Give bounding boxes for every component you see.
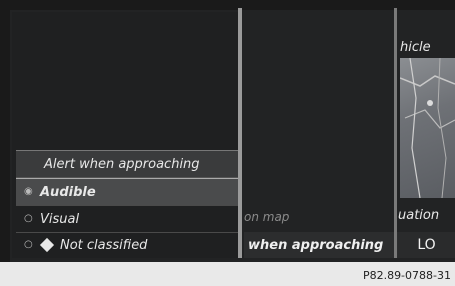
vehicle-label: hicle [400,40,431,55]
menu-item-label: Not classified [60,237,148,253]
diamond-icon [39,237,55,253]
column-divider-right [394,8,397,258]
radio-selected-icon: ◉ [24,186,33,197]
alert-when-approaching-header: Alert when approaching [16,150,238,178]
on-map-label: on map [244,210,290,224]
map-view [399,57,455,199]
lo-indicator: LO [398,232,455,258]
menu-item-label: Visual [40,211,80,227]
situation-label: uation [398,208,440,223]
column-divider-left [238,8,242,258]
radio-unselected-icon: ○ [24,239,33,250]
image-caption: P82.89-0788-31 [362,269,451,282]
menu-item-label: Audible [40,184,96,200]
menu-header-label: Alert when approaching [44,156,200,172]
menu-item-not-classified[interactable]: ○ Not classified [16,232,238,258]
display-screen: hicle uation LO on map when approaching … [0,0,455,262]
menu-item-visual[interactable]: ○ Visual [16,206,238,232]
menu-item-audible[interactable]: ◉ Audible [16,178,238,206]
map-roads-icon [399,57,455,199]
when-approaching-label: when approaching [244,232,398,258]
radio-unselected-icon: ○ [24,213,33,224]
